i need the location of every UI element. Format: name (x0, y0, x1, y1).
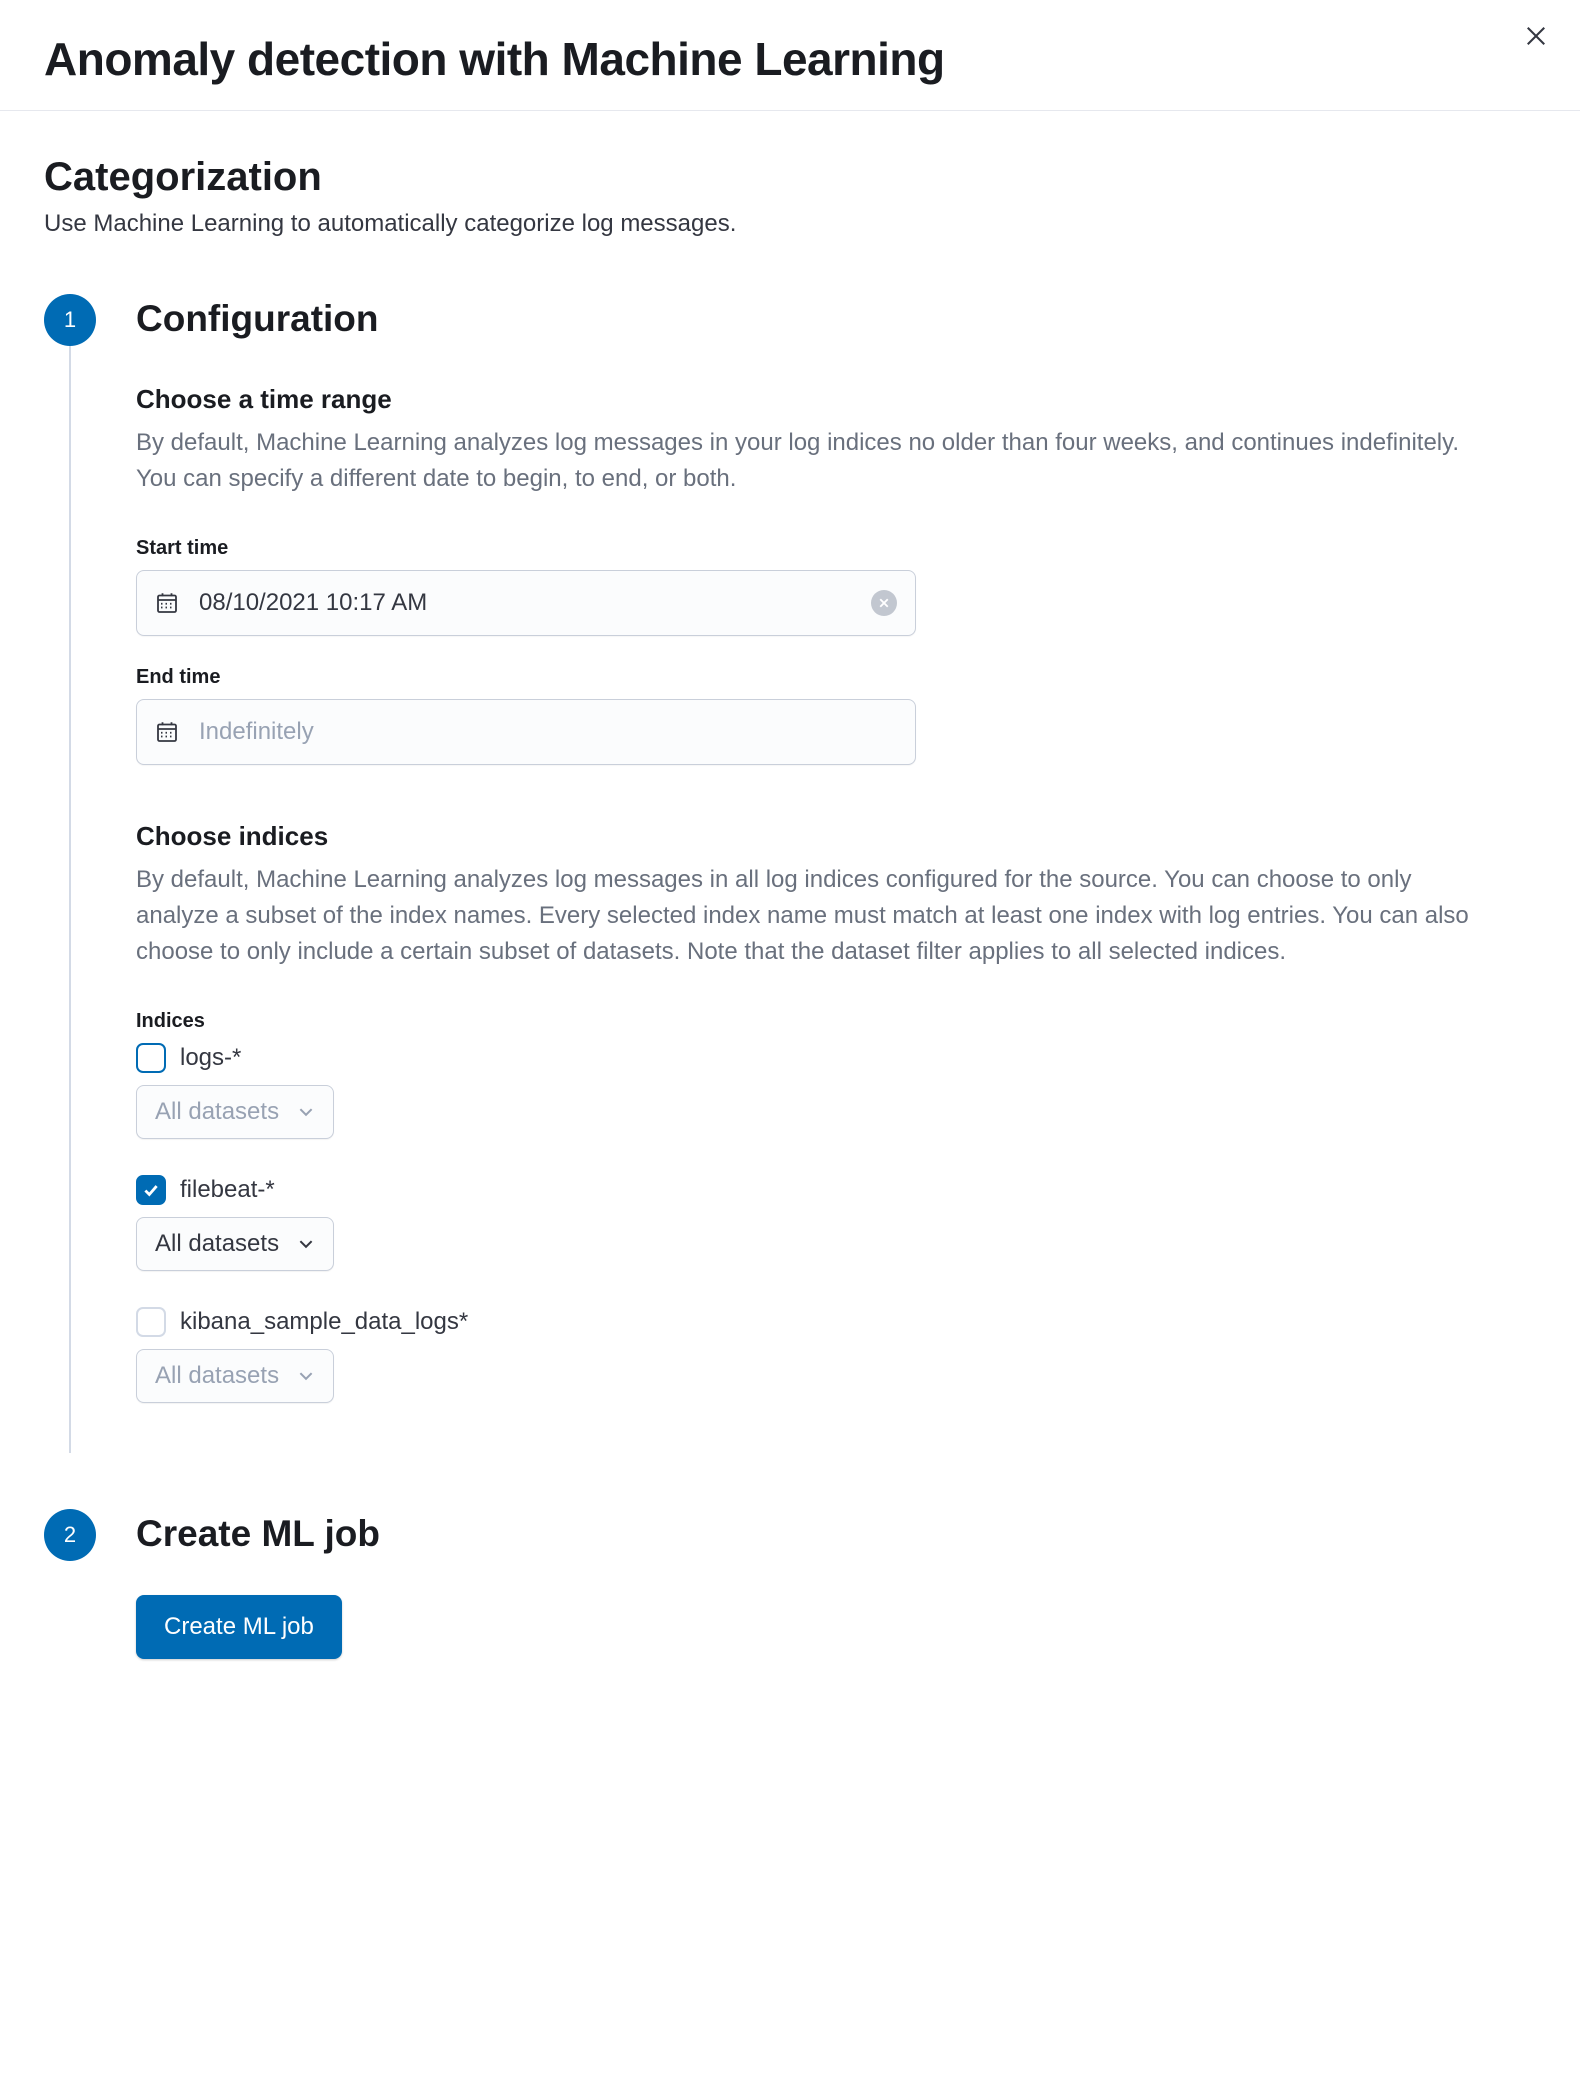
index-name: filebeat-* (180, 1176, 275, 1204)
datasets-select-label: All datasets (155, 1230, 279, 1258)
indices-title: Choose indices (136, 821, 1536, 852)
chevron-down-icon (297, 1235, 315, 1253)
index-item: filebeat-* All datasets (136, 1175, 1536, 1271)
steps-container: 1 Configuration Choose a time range By d… (44, 294, 1536, 1659)
clear-icon (878, 597, 890, 609)
step-configuration: 1 Configuration Choose a time range By d… (44, 294, 1536, 1439)
start-time-value: 08/10/2021 10:17 AM (199, 589, 871, 617)
end-time-placeholder: Indefinitely (199, 718, 897, 746)
step-number-badge: 1 (44, 294, 96, 346)
flyout-content: Categorization Use Machine Learning to a… (0, 111, 1580, 1719)
check-icon (142, 1181, 160, 1199)
index-checkbox-logs[interactable] (136, 1043, 166, 1073)
step-gutter: 1 (44, 294, 136, 1439)
calendar-icon (155, 720, 179, 744)
step-title: Configuration (136, 298, 1536, 340)
close-icon (1525, 25, 1547, 47)
index-name: kibana_sample_data_logs* (180, 1308, 468, 1336)
step-create-ml-job: 2 Create ML job Create ML job (44, 1509, 1536, 1659)
datasets-select-kibana-sample[interactable]: All datasets (136, 1349, 334, 1403)
datasets-select-logs[interactable]: All datasets (136, 1085, 334, 1139)
start-time-input[interactable]: 08/10/2021 10:17 AM (136, 570, 916, 636)
chevron-down-icon (297, 1367, 315, 1385)
step-body: Create ML job Create ML job (136, 1509, 1536, 1659)
page-title: Anomaly detection with Machine Learning (44, 32, 1536, 86)
start-time-label: Start time (136, 537, 1536, 560)
datasets-select-label: All datasets (155, 1362, 279, 1390)
index-item: kibana_sample_data_logs* All datasets (136, 1307, 1536, 1403)
index-checkbox-kibana-sample[interactable] (136, 1307, 166, 1337)
indices-label: Indices (136, 1010, 1536, 1033)
index-name: logs-* (180, 1044, 241, 1072)
datasets-select-label: All datasets (155, 1098, 279, 1126)
clear-start-time-button[interactable] (871, 590, 897, 616)
step-title: Create ML job (136, 1513, 1536, 1555)
step-connector-line (69, 346, 71, 1453)
end-time-input[interactable]: Indefinitely (136, 699, 916, 765)
timerange-title: Choose a time range (136, 384, 1536, 415)
indices-description: By default, Machine Learning analyzes lo… (136, 862, 1476, 970)
step-body: Configuration Choose a time range By def… (136, 294, 1536, 1439)
flyout-header: Anomaly detection with Machine Learning (0, 0, 1580, 111)
datasets-select-filebeat[interactable]: All datasets (136, 1217, 334, 1271)
close-button[interactable] (1520, 20, 1552, 52)
calendar-icon (155, 591, 179, 615)
section-title: Categorization (44, 155, 1536, 200)
index-checkbox-filebeat[interactable] (136, 1175, 166, 1205)
chevron-down-icon (297, 1103, 315, 1121)
section-description: Use Machine Learning to automatically ca… (44, 210, 1536, 238)
end-time-label: End time (136, 666, 1536, 689)
index-item: logs-* All datasets (136, 1043, 1536, 1139)
step-number-badge: 2 (44, 1509, 96, 1561)
step-gutter: 2 (44, 1509, 136, 1659)
timerange-description: By default, Machine Learning analyzes lo… (136, 425, 1476, 497)
create-ml-job-button[interactable]: Create ML job (136, 1595, 342, 1659)
